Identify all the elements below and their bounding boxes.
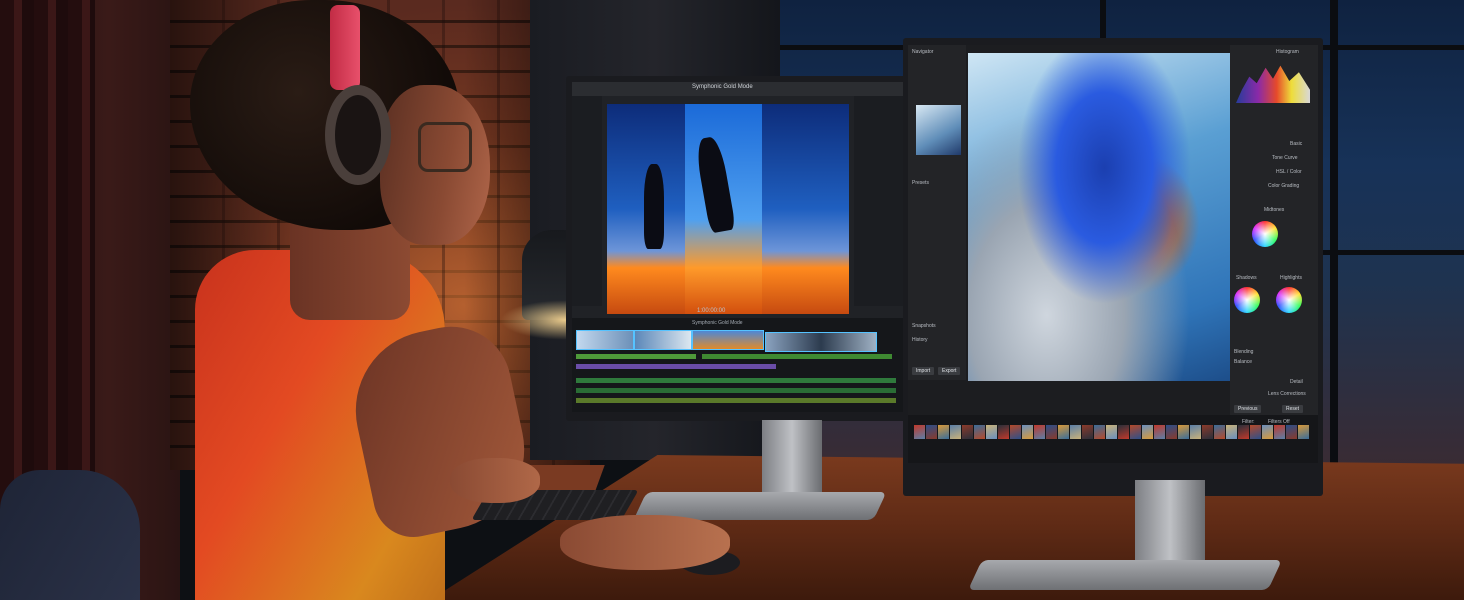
histogram-label: Histogram [1276,49,1299,55]
filmstrip-thumbnail[interactable] [986,425,997,439]
audio-track[interactable] [576,398,896,403]
filmstrip-thumbnail[interactable] [1142,425,1153,439]
timeline-clip[interactable] [765,332,877,352]
filmstrip-thumbnail[interactable] [962,425,973,439]
woman-hand-keyboard [450,458,540,503]
audio-track[interactable] [702,354,892,359]
timeline-title: Symphonic Gold Mode [692,320,743,326]
photo-preview [968,53,1230,381]
filmstrip-thumbnail[interactable] [1298,425,1309,439]
basic-panel-label[interactable]: Basic [1290,141,1302,147]
color-grading-panel-label[interactable]: Color Grading [1268,183,1299,189]
midtones-color-wheel[interactable] [1252,221,1278,247]
filmstrip-thumbnail[interactable] [1130,425,1141,439]
filmstrip-thumbnail[interactable] [1238,425,1249,439]
audio-track[interactable] [576,354,696,359]
video-editor-inspector [854,96,903,306]
filmstrip-thumbnail[interactable] [1190,425,1201,439]
filmstrip-thumbnail[interactable] [1046,425,1057,439]
lens-corrections-panel-label[interactable]: Lens Corrections [1268,391,1306,397]
detail-panel-label[interactable]: Detail [1290,379,1303,385]
presets-label[interactable]: Presets [912,180,929,186]
filmstrip-thumbnail[interactable] [974,425,985,439]
filmstrip-thumbnail[interactable] [926,425,937,439]
video-timecode: 1:00:00:00 [697,308,726,314]
filmstrip-thumbnail[interactable] [950,425,961,439]
filmstrip-thumbnail[interactable] [1118,425,1129,439]
blending-label: Blending [1234,349,1254,355]
headphones-band [330,5,360,90]
navigator-thumbnail[interactable] [916,105,961,155]
video-editor-browser [572,96,602,306]
audio-track[interactable] [576,388,896,393]
photo-editor-screen: Navigator Presets Snapshots History Impo… [908,45,1318,463]
photo-editor-left-panel: Navigator Presets Snapshots History Impo… [908,45,966,380]
dancer-figure [644,164,664,249]
filmstrip-thumbnail[interactable] [1178,425,1189,439]
midtones-label: Midtones [1264,207,1285,213]
navigator-label: Navigator [912,49,934,55]
video-editor-screen: Symphonic Gold Mode 1:00:00:00 Symphonic… [572,82,903,412]
filmstrip-thumbnail[interactable] [1010,425,1021,439]
filmstrip-thumbnail[interactable] [1094,425,1105,439]
photo-scene: Symphonic Gold Mode 1:00:00:00 Symphonic… [0,0,1464,600]
snapshots-label[interactable]: Snapshots [912,323,936,329]
filmstrip-thumbnail[interactable] [1082,425,1093,439]
audio-track[interactable] [576,364,776,369]
filmstrip-thumbnail[interactable] [998,425,1009,439]
import-button[interactable]: Import [912,367,935,375]
history-label[interactable]: History [912,337,928,343]
filmstrip-thumbnail[interactable] [1226,425,1237,439]
video-timeline[interactable] [572,318,903,412]
filmstrip-thumbnail[interactable] [1250,425,1261,439]
photo-editor-right-panel: Histogram Basic Tone Curve HSL / Color C… [1230,45,1318,415]
filmstrip-thumbnail[interactable] [1070,425,1081,439]
highlights-label: Highlights [1280,275,1302,281]
timeline-clip[interactable] [634,330,692,350]
reset-button[interactable]: Reset [1282,405,1304,413]
shadows-label: Shadows [1236,275,1257,281]
video-editor-title: Symphonic Gold Mode [692,84,753,90]
window-mullion [1330,0,1338,470]
filmstrip-thumbnail[interactable] [1154,425,1165,439]
filmstrip-thumbnail[interactable] [1034,425,1045,439]
audio-track[interactable] [576,378,896,383]
eyeglasses [418,122,472,172]
left-monitor-stand [762,420,822,502]
shadows-color-wheel[interactable] [1234,287,1260,313]
tone-curve-panel-label[interactable]: Tone Curve [1272,155,1298,161]
filmstrip-thumbnail[interactable] [914,425,925,439]
filmstrip-thumbnail[interactable] [1058,425,1069,439]
chair [0,470,140,600]
highlights-color-wheel[interactable] [1276,287,1302,313]
filmstrip-thumbnail[interactable] [1262,425,1273,439]
filmstrip-thumbnail[interactable] [1106,425,1117,439]
filmstrip-thumbnail[interactable] [938,425,949,439]
filmstrip-thumbnail[interactable] [1214,425,1225,439]
previous-button[interactable]: Previous [1234,405,1262,413]
balance-label: Balance [1234,359,1253,365]
filmstrip-thumbnail[interactable] [1166,425,1177,439]
filmstrip-thumbnail[interactable] [1202,425,1213,439]
filmstrip-thumbnail[interactable] [1022,425,1033,439]
woman-hand-mouse [560,515,730,570]
hsl-panel-label[interactable]: HSL / Color [1276,169,1302,175]
timeline-clip[interactable] [692,330,764,350]
filmstrip-thumbnail[interactable] [1274,425,1285,439]
filmstrip: Filter: Filters Off [908,415,1318,463]
timeline-clip[interactable] [576,330,634,350]
headphones-icon [325,85,391,185]
right-monitor-base [968,560,1282,590]
filmstrip-thumbnail[interactable] [1286,425,1297,439]
histogram [1236,65,1310,103]
export-button[interactable]: Export [938,367,961,375]
